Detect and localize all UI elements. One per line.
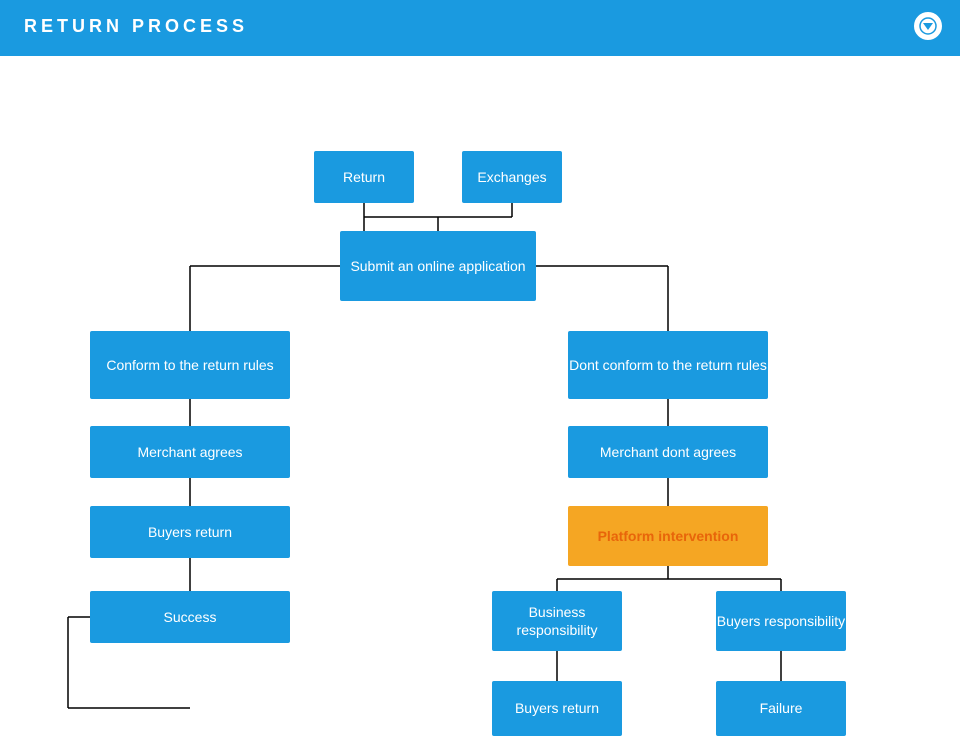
box-success: Success bbox=[90, 591, 290, 643]
box-submit: Submit an online application bbox=[340, 231, 536, 301]
box-buyers-return-right: Buyers return bbox=[492, 681, 622, 736]
diagram-area: Return Exchanges Submit an online applic… bbox=[0, 56, 960, 721]
box-return: Return bbox=[314, 151, 414, 203]
box-merchant-agrees: Merchant agrees bbox=[90, 426, 290, 478]
box-failure: Failure bbox=[716, 681, 846, 736]
header-icon[interactable] bbox=[912, 10, 944, 42]
box-merchant-dont: Merchant dont agrees bbox=[568, 426, 768, 478]
box-dont-conform: Dont conform to the return rules bbox=[568, 331, 768, 399]
header-title: RETURN PROCESS bbox=[24, 16, 248, 37]
box-platform: Platform intervention bbox=[568, 506, 768, 566]
box-exchanges: Exchanges bbox=[462, 151, 562, 203]
box-conform: Conform to the return rules bbox=[90, 331, 290, 399]
header: RETURN PROCESS bbox=[0, 0, 960, 52]
box-business-resp: Business responsibility bbox=[492, 591, 622, 651]
box-buyers-return-left: Buyers return bbox=[90, 506, 290, 558]
box-buyers-resp: Buyers responsibility bbox=[716, 591, 846, 651]
